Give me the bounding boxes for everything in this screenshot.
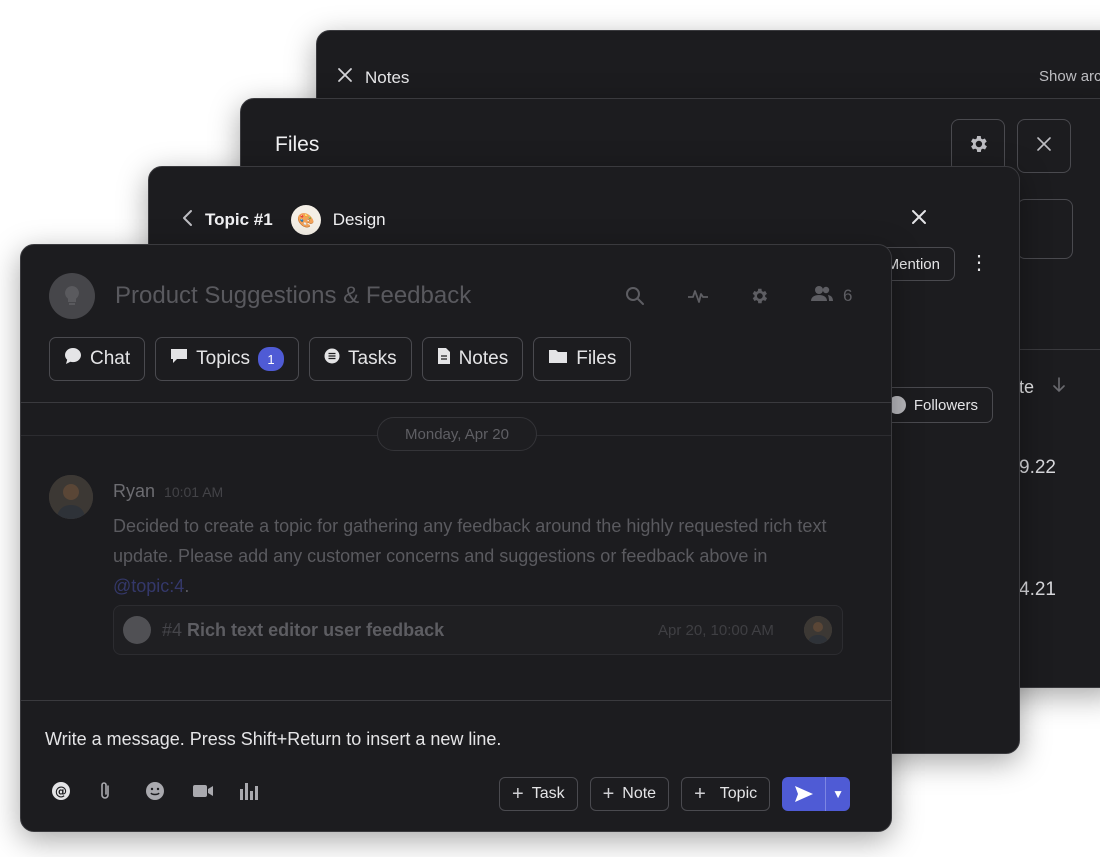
members-button[interactable]: 6 bbox=[811, 285, 873, 306]
tab-label: Topics bbox=[196, 348, 250, 369]
file-size-value: 4.21 bbox=[1019, 579, 1056, 600]
reference-number: #4 bbox=[162, 620, 183, 640]
design-label: Design bbox=[332, 210, 386, 229]
send-button[interactable]: ▼ bbox=[782, 777, 851, 811]
chat-bubble-icon bbox=[64, 347, 82, 371]
notes-header: Notes bbox=[337, 67, 409, 88]
message-text: Decided to create a topic for gathering … bbox=[113, 511, 833, 601]
emoji-icon[interactable] bbox=[145, 781, 192, 801]
settings-button[interactable] bbox=[951, 119, 1005, 173]
topic-header: Topic #1 🎨 Design bbox=[181, 205, 386, 235]
search-icon[interactable] bbox=[625, 286, 687, 306]
at-mention-icon[interactable]: @ bbox=[51, 781, 98, 801]
add-task-button[interactable]: + Task bbox=[499, 777, 578, 811]
add-note-label: Note bbox=[622, 785, 657, 802]
message-text-part: . bbox=[184, 576, 190, 596]
tab-topics[interactable]: Topics 1 bbox=[155, 337, 299, 381]
channel-title: Product Suggestions & Feedback bbox=[115, 282, 472, 309]
divider bbox=[21, 402, 891, 403]
composer-actions: + Task + Note + Topic ▼ bbox=[499, 777, 851, 811]
arrow-down-icon bbox=[1052, 377, 1066, 398]
tab-label: Chat bbox=[90, 348, 131, 369]
files-search-box[interactable] bbox=[1017, 199, 1073, 259]
plus-icon: + bbox=[602, 782, 615, 805]
channel-header: Product Suggestions & Feedback bbox=[49, 273, 471, 319]
users-icon bbox=[811, 285, 833, 306]
divider bbox=[1019, 349, 1100, 350]
composer-toolbar: @ bbox=[51, 781, 286, 801]
tab-label: Files bbox=[576, 348, 617, 369]
message-text-part: Decided to create a topic for gathering … bbox=[113, 516, 827, 566]
reference-title-text: Rich text editor user feedback bbox=[187, 620, 445, 640]
lightbulb-icon bbox=[49, 273, 95, 319]
svg-text:@: @ bbox=[55, 785, 67, 799]
add-topic-label: Topic bbox=[719, 785, 758, 802]
topic-icon bbox=[123, 616, 151, 644]
close-icon bbox=[1037, 136, 1051, 156]
files-close-button[interactable] bbox=[1017, 119, 1071, 173]
tasks-icon bbox=[324, 348, 340, 370]
close-icon[interactable] bbox=[911, 205, 927, 231]
add-note-button[interactable]: + Note bbox=[589, 777, 670, 811]
activity-icon[interactable] bbox=[687, 288, 749, 304]
notes-title: Notes bbox=[365, 67, 410, 87]
mention-label: Mention bbox=[886, 255, 940, 273]
file-size-value: 9.22 bbox=[1019, 457, 1056, 478]
palette-icon: 🎨 bbox=[290, 205, 321, 235]
topics-count-badge: 1 bbox=[258, 347, 284, 371]
more-options-icon[interactable]: ⋮ bbox=[969, 253, 989, 273]
stage: Notes Show arc Files te 9.22 4.21 Topic … bbox=[0, 0, 1100, 857]
video-icon[interactable] bbox=[192, 781, 239, 801]
tab-chat[interactable]: Chat bbox=[49, 337, 146, 381]
chevron-down-icon[interactable]: ▼ bbox=[826, 787, 850, 801]
add-topic-button[interactable]: + Topic bbox=[681, 777, 771, 811]
reference-time: Apr 20, 10:00 AM bbox=[658, 622, 774, 639]
chat-panel: Product Suggestions & Feedback 6 Chat To… bbox=[20, 244, 892, 832]
tab-files[interactable]: Files bbox=[533, 337, 632, 381]
header-actions: 6 bbox=[625, 285, 873, 306]
member-count: 6 bbox=[843, 285, 853, 305]
gear-icon[interactable] bbox=[749, 286, 811, 306]
topic-icon bbox=[170, 348, 188, 370]
tab-label: Notes bbox=[458, 348, 509, 369]
send-icon[interactable] bbox=[782, 777, 827, 811]
divider bbox=[21, 700, 891, 701]
message-time: 10:01 AM bbox=[164, 484, 224, 500]
tab-tasks[interactable]: Tasks bbox=[309, 337, 412, 381]
show-archived-link[interactable]: Show arc bbox=[1039, 68, 1100, 85]
plus-icon: + bbox=[694, 782, 706, 805]
column-header-label: te bbox=[1019, 377, 1035, 397]
channel-tabs: Chat Topics 1 Tasks Notes Files bbox=[49, 337, 632, 381]
avatar bbox=[49, 475, 93, 519]
chevron-left-icon[interactable] bbox=[181, 209, 193, 232]
poll-chart-icon[interactable] bbox=[239, 781, 286, 801]
tab-notes[interactable]: Notes bbox=[421, 337, 524, 381]
reference-title: #4 Rich text editor user feedback bbox=[162, 620, 444, 641]
message-author: Ryan 10:01 AM bbox=[113, 481, 223, 502]
date-separator: Monday, Apr 20 bbox=[377, 417, 537, 451]
gear-icon bbox=[967, 133, 989, 160]
column-header[interactable]: te bbox=[1019, 377, 1066, 398]
paperclip-icon[interactable] bbox=[98, 781, 145, 801]
document-icon bbox=[437, 347, 451, 371]
followers-label: Followers bbox=[913, 396, 978, 414]
topic-label: Topic #1 bbox=[205, 210, 273, 229]
tab-label: Tasks bbox=[348, 348, 397, 369]
folder-icon bbox=[548, 348, 568, 370]
add-task-label: Task bbox=[531, 785, 565, 802]
plus-icon: + bbox=[512, 782, 524, 805]
avatar bbox=[804, 616, 832, 644]
topic-mention-link[interactable]: @topic:4 bbox=[113, 576, 184, 596]
files-title: Files bbox=[275, 133, 320, 156]
author-name: Ryan bbox=[113, 481, 156, 501]
message-input[interactable]: Write a message. Press Shift+Return to i… bbox=[45, 729, 501, 750]
close-icon[interactable] bbox=[337, 67, 353, 88]
topic-reference-card[interactable]: #4 Rich text editor user feedback Apr 20… bbox=[113, 605, 843, 655]
